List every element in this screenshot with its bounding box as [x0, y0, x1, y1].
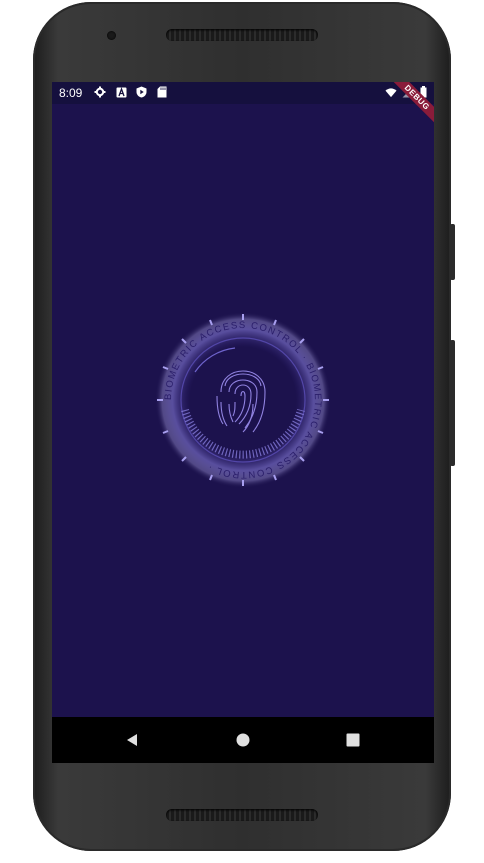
top-speaker	[166, 29, 318, 41]
front-camera	[107, 31, 116, 40]
gear-icon	[94, 86, 106, 98]
status-bar: 8:09 DEBUG	[52, 82, 434, 127]
phone-frame: 8:09 DEBUG BIOMETRIC ACCESS CONTROL · BI…	[33, 2, 455, 851]
volume-button	[450, 224, 455, 280]
shield-play-icon	[135, 86, 147, 98]
font-a-icon	[115, 86, 127, 98]
back-icon[interactable]	[123, 731, 141, 749]
sd-card-icon	[156, 86, 168, 98]
bottom-speaker	[166, 809, 318, 821]
wifi-icon	[385, 86, 397, 98]
biometric-emblem[interactable]: BIOMETRIC ACCESS CONTROL · BIOMETRIC ACC…	[155, 312, 331, 488]
home-icon[interactable]	[234, 731, 252, 749]
power-button	[450, 340, 455, 466]
status-time: 8:09	[59, 86, 83, 100]
nav-bar	[52, 717, 434, 763]
app-screen: 8:09 DEBUG BIOMETRIC ACCESS CONTROL · BI…	[52, 82, 434, 763]
recents-icon[interactable]	[344, 731, 362, 749]
